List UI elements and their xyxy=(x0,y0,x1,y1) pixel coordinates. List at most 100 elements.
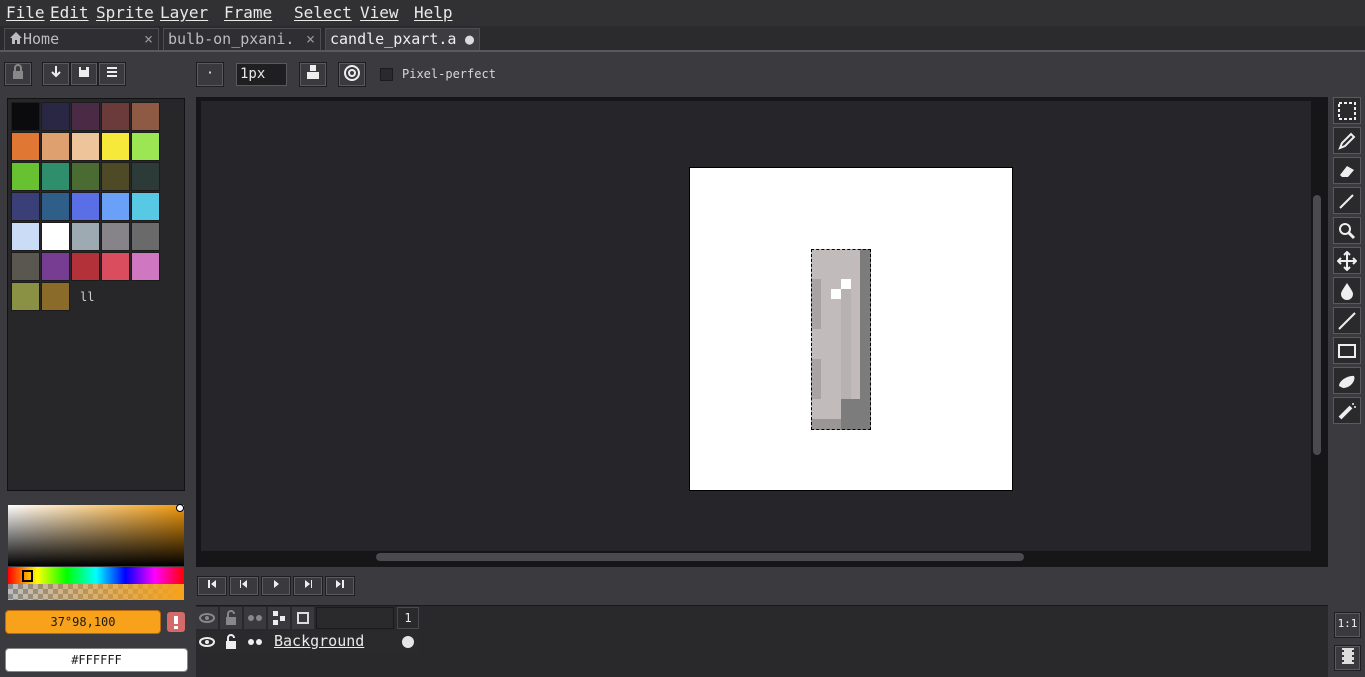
palette-swatch[interactable] xyxy=(11,162,40,191)
layer-name[interactable]: Background xyxy=(274,632,364,650)
menu-help[interactable]: Help xyxy=(414,3,453,22)
palette-swatch[interactable] xyxy=(101,102,130,131)
palette-swatch[interactable] xyxy=(71,222,100,251)
lock-palette-button[interactable] xyxy=(4,62,32,86)
tab-home[interactable]: Home × xyxy=(4,28,159,50)
paint-bucket-tool[interactable] xyxy=(1333,277,1361,304)
palette-swatch[interactable] xyxy=(71,162,100,191)
menu-view[interactable]: View xyxy=(360,3,399,22)
filmstrip-button[interactable] xyxy=(1334,645,1361,671)
menu-select[interactable]: Select xyxy=(294,3,352,22)
lock-header[interactable] xyxy=(220,607,242,629)
onion-skin-header[interactable] xyxy=(292,607,314,629)
layer-visibility-toggle[interactable] xyxy=(196,631,218,653)
eyedropper-tool[interactable] xyxy=(1333,187,1361,214)
tab-candle[interactable]: candle_pxart.a ● xyxy=(325,28,480,50)
palette-menu-button[interactable] xyxy=(98,62,126,86)
palette-swatch[interactable] xyxy=(101,222,130,251)
palette-resize-grip[interactable]: ll xyxy=(80,290,94,304)
palette-swatch[interactable] xyxy=(11,252,40,281)
palette-swatch[interactable] xyxy=(131,102,160,131)
horizontal-scrollbar[interactable] xyxy=(376,553,1024,561)
layer-tree-header[interactable] xyxy=(268,607,290,629)
vertical-scrollbar[interactable] xyxy=(1313,195,1321,455)
marquee-tool[interactable] xyxy=(1333,97,1361,124)
last-frame-button[interactable] xyxy=(325,576,355,596)
palette-swatch[interactable] xyxy=(71,132,100,161)
palette-swatch[interactable] xyxy=(71,102,100,131)
move-tool[interactable] xyxy=(1333,247,1361,274)
zoom-actual-size-button[interactable]: 1:1 xyxy=(1334,612,1361,638)
palette-swatch[interactable] xyxy=(131,222,160,251)
palette-swatch[interactable] xyxy=(41,282,70,311)
palette-swatch[interactable] xyxy=(41,222,70,251)
palette-swatch[interactable] xyxy=(41,132,70,161)
hex-color-field[interactable]: #FFFFFF xyxy=(5,648,188,672)
close-tab-button[interactable]: × xyxy=(306,29,315,49)
blur-tool[interactable] xyxy=(1333,367,1361,394)
frame-cel[interactable] xyxy=(397,631,419,653)
brush-type-button[interactable]: · xyxy=(196,62,224,87)
menu-frame[interactable]: Frame xyxy=(224,3,272,22)
save-palette-button[interactable] xyxy=(70,62,98,86)
layer-lock-toggle[interactable] xyxy=(220,631,242,653)
pencil-tool[interactable] xyxy=(1333,127,1361,154)
sprite-canvas[interactable] xyxy=(690,168,1012,490)
square-icon xyxy=(297,612,309,624)
palette-swatch[interactable] xyxy=(11,282,40,311)
unsaved-indicator[interactable]: ● xyxy=(465,29,474,49)
hue-cursor[interactable] xyxy=(22,570,33,582)
pixel-perfect-label: Pixel-perfect xyxy=(402,67,496,81)
warning-button[interactable] xyxy=(167,612,185,632)
first-frame-button[interactable] xyxy=(197,576,227,596)
zoom-tool[interactable] xyxy=(1333,217,1361,244)
previous-frame-button[interactable] xyxy=(229,576,259,596)
palette-swatch[interactable] xyxy=(11,222,40,251)
palette-swatch[interactable] xyxy=(101,162,130,191)
palette-swatch[interactable] xyxy=(11,102,40,131)
palette-swatch[interactable] xyxy=(101,252,130,281)
palette-swatch[interactable] xyxy=(41,102,70,131)
continuous-header[interactable] xyxy=(244,607,266,629)
save-icon xyxy=(79,67,89,77)
palette-swatch[interactable] xyxy=(101,132,130,161)
contiguous-button[interactable] xyxy=(338,62,366,87)
line-tool[interactable] xyxy=(1333,307,1361,334)
alpha-slider[interactable] xyxy=(8,584,184,600)
ink-button[interactable] xyxy=(299,62,327,87)
menu-layer[interactable]: Layer xyxy=(160,3,208,22)
palette-swatch[interactable] xyxy=(71,252,100,281)
pixel-perfect-checkbox[interactable] xyxy=(380,68,393,81)
palette-options-button[interactable] xyxy=(42,62,70,86)
play-button[interactable] xyxy=(261,576,291,596)
ink-icon xyxy=(307,65,319,79)
palette-swatch[interactable] xyxy=(41,252,70,281)
close-tab-button[interactable]: × xyxy=(144,29,153,49)
palette-swatch[interactable] xyxy=(101,192,130,221)
palette-swatch[interactable] xyxy=(11,192,40,221)
brush-size-field[interactable]: 1px xyxy=(236,63,287,86)
palette-swatch[interactable] xyxy=(71,192,100,221)
palette-swatch[interactable] xyxy=(41,162,70,191)
palette-swatch[interactable] xyxy=(131,192,160,221)
menu-edit[interactable]: Edit xyxy=(50,3,89,22)
palette-swatch[interactable] xyxy=(131,162,160,191)
palette-swatch[interactable] xyxy=(131,252,160,281)
next-frame-button[interactable] xyxy=(293,576,323,596)
palette-swatch[interactable] xyxy=(41,192,70,221)
menu-file[interactable]: File xyxy=(6,3,45,22)
frame-number-header[interactable]: 1 xyxy=(397,607,419,629)
tab-bulb[interactable]: bulb-on_pxani. × xyxy=(163,28,321,50)
layer-continuous-toggle[interactable] xyxy=(244,631,266,653)
hue-slider[interactable] xyxy=(8,567,184,584)
palette-swatch[interactable] xyxy=(11,132,40,161)
palette-swatch[interactable] xyxy=(131,132,160,161)
visibility-header[interactable] xyxy=(196,607,218,629)
color-value-field[interactable]: 37°98,100 xyxy=(5,610,161,634)
menu-icon xyxy=(107,67,117,77)
rectangle-tool[interactable] xyxy=(1333,337,1361,364)
menu-sprite[interactable]: Sprite xyxy=(96,3,154,22)
eraser-tool[interactable] xyxy=(1333,157,1361,184)
spray-tool[interactable] xyxy=(1333,397,1361,424)
saturation-value-picker[interactable] xyxy=(8,505,184,566)
